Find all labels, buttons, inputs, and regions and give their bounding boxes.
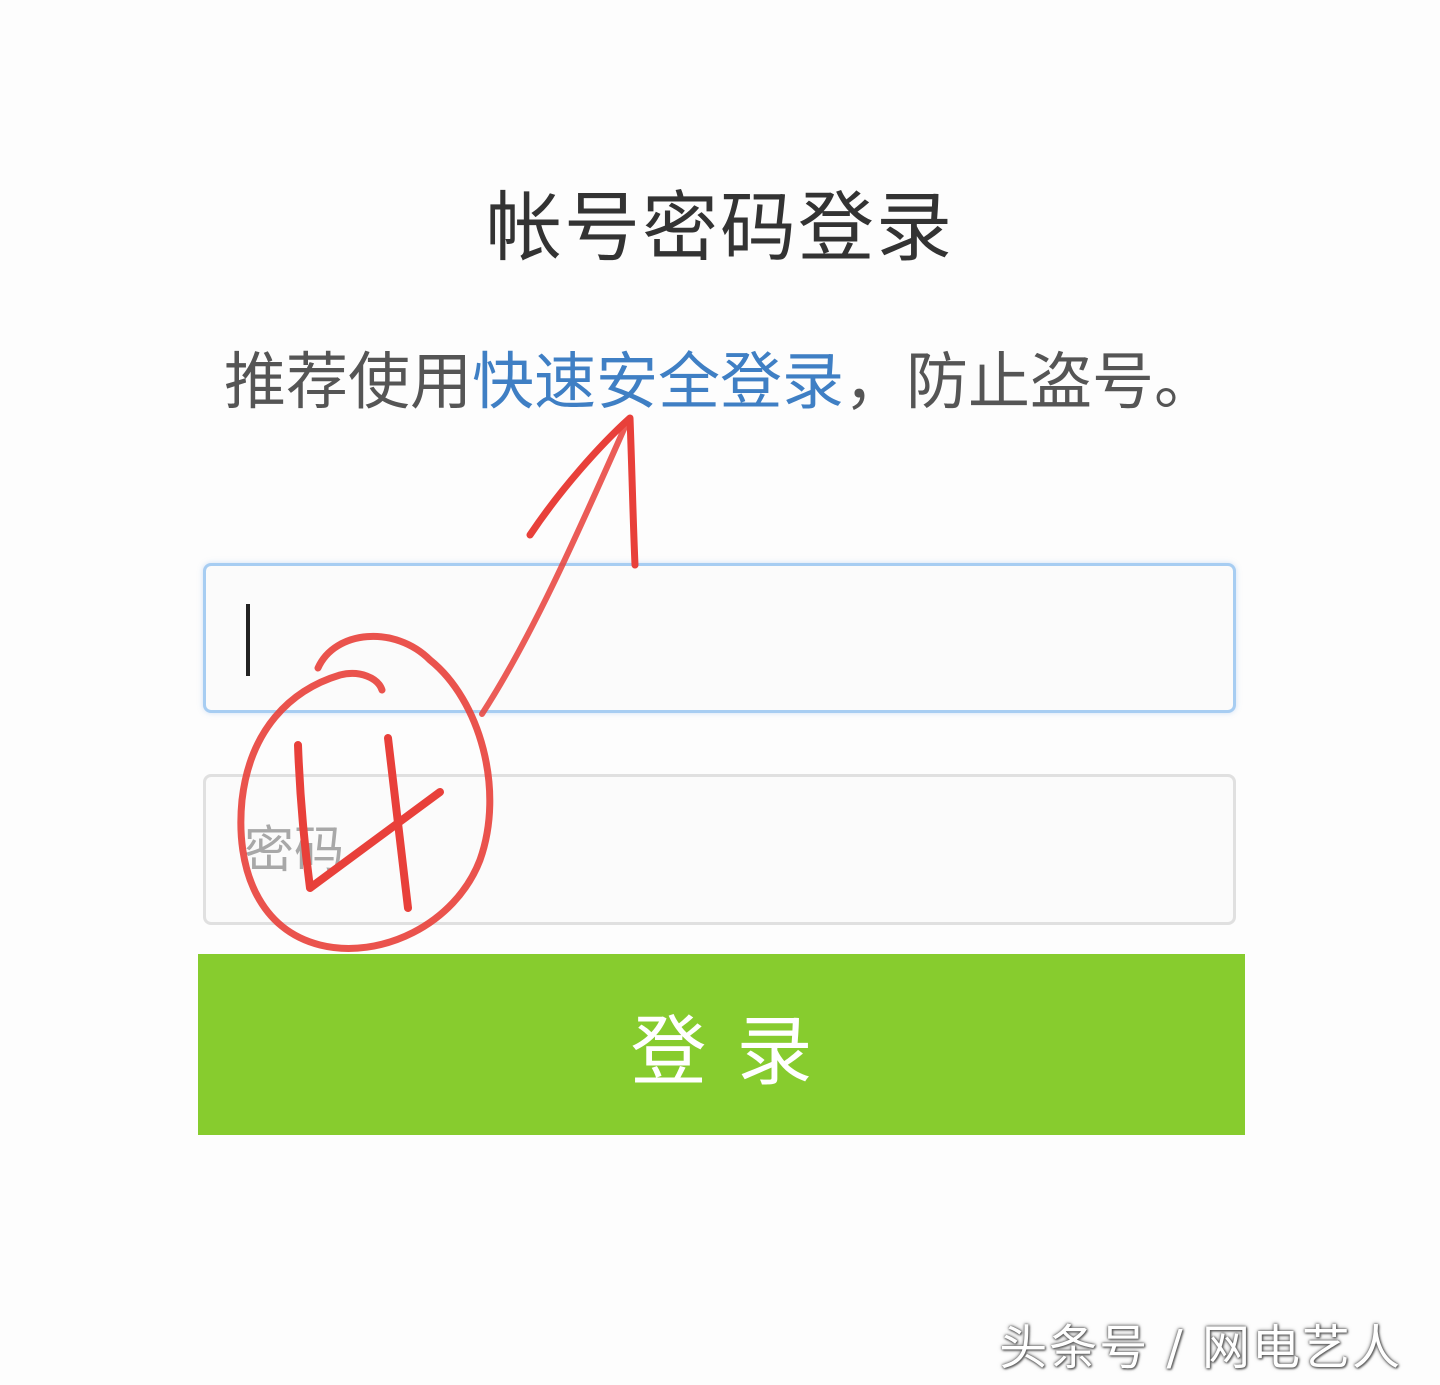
- annotation-arrow-head: [526, 414, 639, 569]
- password-input[interactable]: [244, 777, 1204, 922]
- username-field[interactable]: [203, 563, 1236, 713]
- watermark: 头条号 / 网电艺人: [999, 1320, 1402, 1376]
- login-page: 帐号密码登录 推荐使用快速安全登录，防止盗号。 登录 头条号 / 网电艺人: [0, 0, 1440, 1385]
- quick-secure-login-link[interactable]: 快速安全登录: [472, 345, 844, 418]
- page-title: 帐号密码登录: [486, 183, 954, 272]
- notice-suffix: ，防止盗号。: [844, 345, 1217, 418]
- username-input[interactable]: [244, 566, 1204, 710]
- security-notice: 推荐使用快速安全登录，防止盗号。: [0, 340, 1440, 424]
- password-field[interactable]: [203, 774, 1236, 925]
- login-button[interactable]: 登录: [198, 954, 1245, 1135]
- text-caret: [246, 604, 250, 676]
- notice-prefix: 推荐使用: [223, 345, 472, 418]
